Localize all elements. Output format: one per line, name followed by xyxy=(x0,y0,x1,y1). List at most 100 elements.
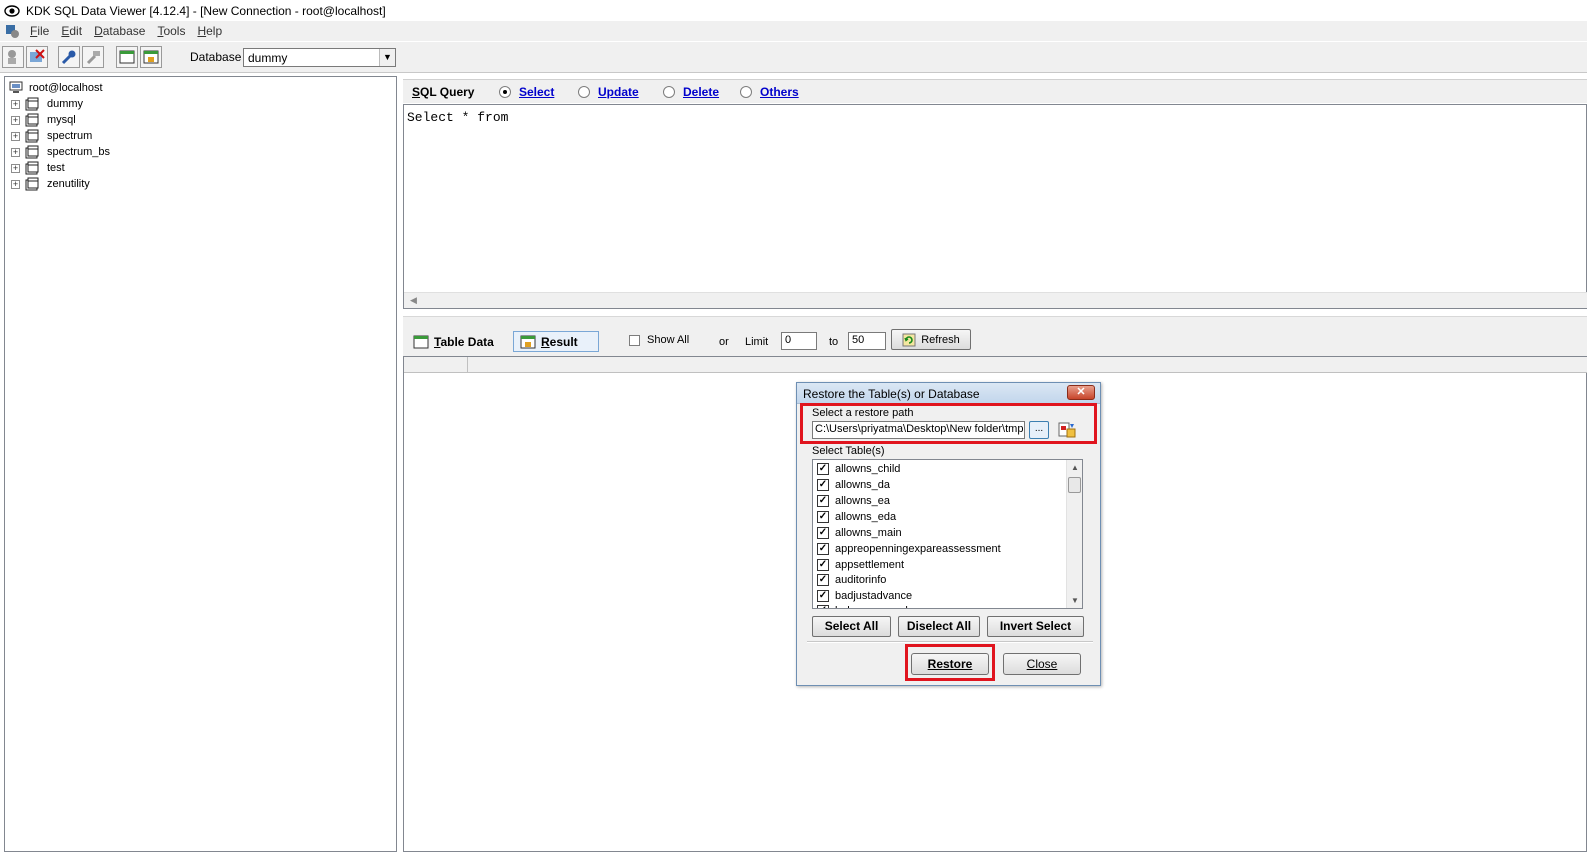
limit-to-input[interactable]: 50 xyxy=(848,332,886,350)
expand-icon[interactable]: + xyxy=(11,131,20,141)
dialog-title-bar[interactable]: Restore the Table(s) or Database ✕ xyxy=(797,383,1100,404)
database-icon xyxy=(25,113,39,127)
show-all-checkbox[interactable]: Show All xyxy=(629,334,689,346)
tree-item-label: zenutility xyxy=(47,178,90,190)
list-item[interactable]: ✓ auditorinfo xyxy=(817,572,886,587)
tree-item-spectrum-bs[interactable]: + spectrum_bs xyxy=(11,145,110,159)
radio-delete[interactable]: Delete xyxy=(663,85,719,99)
table-name: allowns_ea xyxy=(835,494,891,507)
wrench-icon xyxy=(61,50,76,65)
query-header: SQL Query Select Update Delete Others xyxy=(403,79,1587,103)
scroll-left-icon[interactable]: ◀ xyxy=(410,295,417,306)
scroll-thumb[interactable] xyxy=(1068,477,1081,493)
tree-item-spectrum[interactable]: + spectrum xyxy=(11,129,92,143)
tree-item-test[interactable]: + test xyxy=(11,161,65,175)
table-icon xyxy=(413,335,429,348)
path-highlight-box xyxy=(800,403,1097,444)
expand-icon[interactable]: + xyxy=(11,163,20,173)
expand-icon[interactable]: + xyxy=(11,99,20,109)
tool-button[interactable] xyxy=(82,46,104,68)
list-item[interactable]: ✓ appsettlement xyxy=(817,557,904,572)
menu-bar: File Edit Database Tools Help xyxy=(0,21,1587,41)
menu-tools[interactable]: Tools xyxy=(153,24,193,38)
radio-indicator[interactable] xyxy=(578,86,590,98)
limit-from-input[interactable]: 0 xyxy=(781,332,817,350)
scroll-up-icon[interactable]: ▲ xyxy=(1067,463,1082,472)
export-button[interactable] xyxy=(140,46,162,68)
list-item[interactable]: ✓ allowns_eda xyxy=(817,509,896,524)
disconnect-button[interactable] xyxy=(26,46,48,68)
tables-list[interactable]: ✓ allowns_child ✓ allowns_da ✓ allowns_e… xyxy=(812,459,1083,609)
tree-item-label: dummy xyxy=(47,98,84,110)
tab-result[interactable]: Result xyxy=(513,331,599,352)
expand-icon[interactable]: + xyxy=(11,115,20,125)
grid-header-cell xyxy=(404,357,468,373)
app-eye-icon xyxy=(4,4,20,17)
checkbox-checked[interactable]: ✓ xyxy=(817,478,829,491)
menu-help[interactable]: Help xyxy=(193,24,230,38)
close-icon[interactable]: ✕ xyxy=(1067,385,1095,400)
tab-table-data-label: Table Data xyxy=(434,334,494,349)
list-item[interactable]: ✓ allowns_child xyxy=(817,461,900,476)
table-name: allowns_child xyxy=(835,462,901,475)
radio-others[interactable]: Others xyxy=(740,85,799,99)
editor-horizontal-scrollbar[interactable]: ◀ xyxy=(404,292,1587,308)
checkbox-checked[interactable]: ✓ xyxy=(817,589,829,602)
radio-update[interactable]: Update xyxy=(578,85,639,99)
tab-table-data[interactable]: Table Data xyxy=(407,331,500,352)
list-item[interactable]: ✓ allowns_ea xyxy=(817,493,890,508)
tree-root[interactable]: root@localhost xyxy=(9,81,103,94)
table-name: auditorinfo xyxy=(835,573,887,586)
tree-item-label: spectrum xyxy=(47,130,93,142)
list-item[interactable]: ✓ badjustadvance xyxy=(817,588,912,603)
radio-indicator[interactable] xyxy=(499,86,511,98)
list-item[interactable]: ✓ allowns_main xyxy=(817,525,902,540)
show-all-label: Show All xyxy=(647,334,690,346)
sql-editor[interactable]: Select * from xyxy=(403,104,1587,309)
database-icon xyxy=(25,145,39,159)
tree-item-zenutility[interactable]: + zenutility xyxy=(11,177,90,191)
radio-indicator[interactable] xyxy=(740,86,752,98)
checkbox-checked[interactable]: ✓ xyxy=(817,462,829,475)
window-button[interactable] xyxy=(116,46,138,68)
menu-database[interactable]: Database xyxy=(90,24,153,38)
chevron-down-icon[interactable]: ▼ xyxy=(379,49,395,66)
scroll-down-icon[interactable]: ▼ xyxy=(1067,596,1082,605)
invert-select-button[interactable]: Invert Select xyxy=(987,616,1084,637)
tables-vertical-scrollbar[interactable]: ▲ ▼ xyxy=(1066,460,1082,608)
database-icon xyxy=(25,177,39,191)
checkbox-checked[interactable]: ✓ xyxy=(817,542,829,555)
menu-file[interactable]: File xyxy=(26,24,57,38)
close-button[interactable]: Close xyxy=(1003,653,1081,675)
expand-icon[interactable]: + xyxy=(11,147,20,157)
checkbox-checked[interactable]: ✓ xyxy=(817,604,829,608)
dialog-separator xyxy=(807,641,1093,643)
expand-icon[interactable]: + xyxy=(11,179,20,189)
connect-button[interactable] xyxy=(2,46,24,68)
radio-select[interactable]: Select xyxy=(499,85,554,99)
checkbox-box[interactable] xyxy=(629,334,640,346)
result-icon xyxy=(520,335,536,348)
checkbox-checked[interactable]: ✓ xyxy=(817,573,829,586)
checkbox-checked[interactable]: ✓ xyxy=(817,510,829,523)
restore-highlight-box xyxy=(905,644,995,681)
list-item[interactable]: ✓ bal_expsessmbs xyxy=(817,603,917,609)
refresh-button[interactable]: Refresh xyxy=(891,329,971,350)
tree-item-mysql[interactable]: + mysql xyxy=(11,113,76,127)
checkbox-checked[interactable]: ✓ xyxy=(817,558,829,571)
app-menu-icon[interactable] xyxy=(4,23,20,39)
checkbox-checked[interactable]: ✓ xyxy=(817,494,829,507)
list-item[interactable]: ✓ allowns_da xyxy=(817,477,890,492)
table-name: allowns_da xyxy=(835,478,891,491)
list-item[interactable]: ✓ appreopenningexpareassessment xyxy=(817,541,1001,556)
sql-query-title: SQL Query xyxy=(412,85,475,99)
settings-button[interactable] xyxy=(58,46,80,68)
deselect-all-button[interactable]: Diselect All xyxy=(898,616,980,637)
table-name: bal_expsessmbs xyxy=(835,605,917,609)
menu-edit[interactable]: Edit xyxy=(57,24,90,38)
tree-item-dummy[interactable]: + dummy xyxy=(11,97,83,111)
radio-indicator[interactable] xyxy=(663,86,675,98)
database-select[interactable]: dummy ▼ xyxy=(243,48,396,67)
select-all-button[interactable]: Select All xyxy=(812,616,891,637)
checkbox-checked[interactable]: ✓ xyxy=(817,526,829,539)
